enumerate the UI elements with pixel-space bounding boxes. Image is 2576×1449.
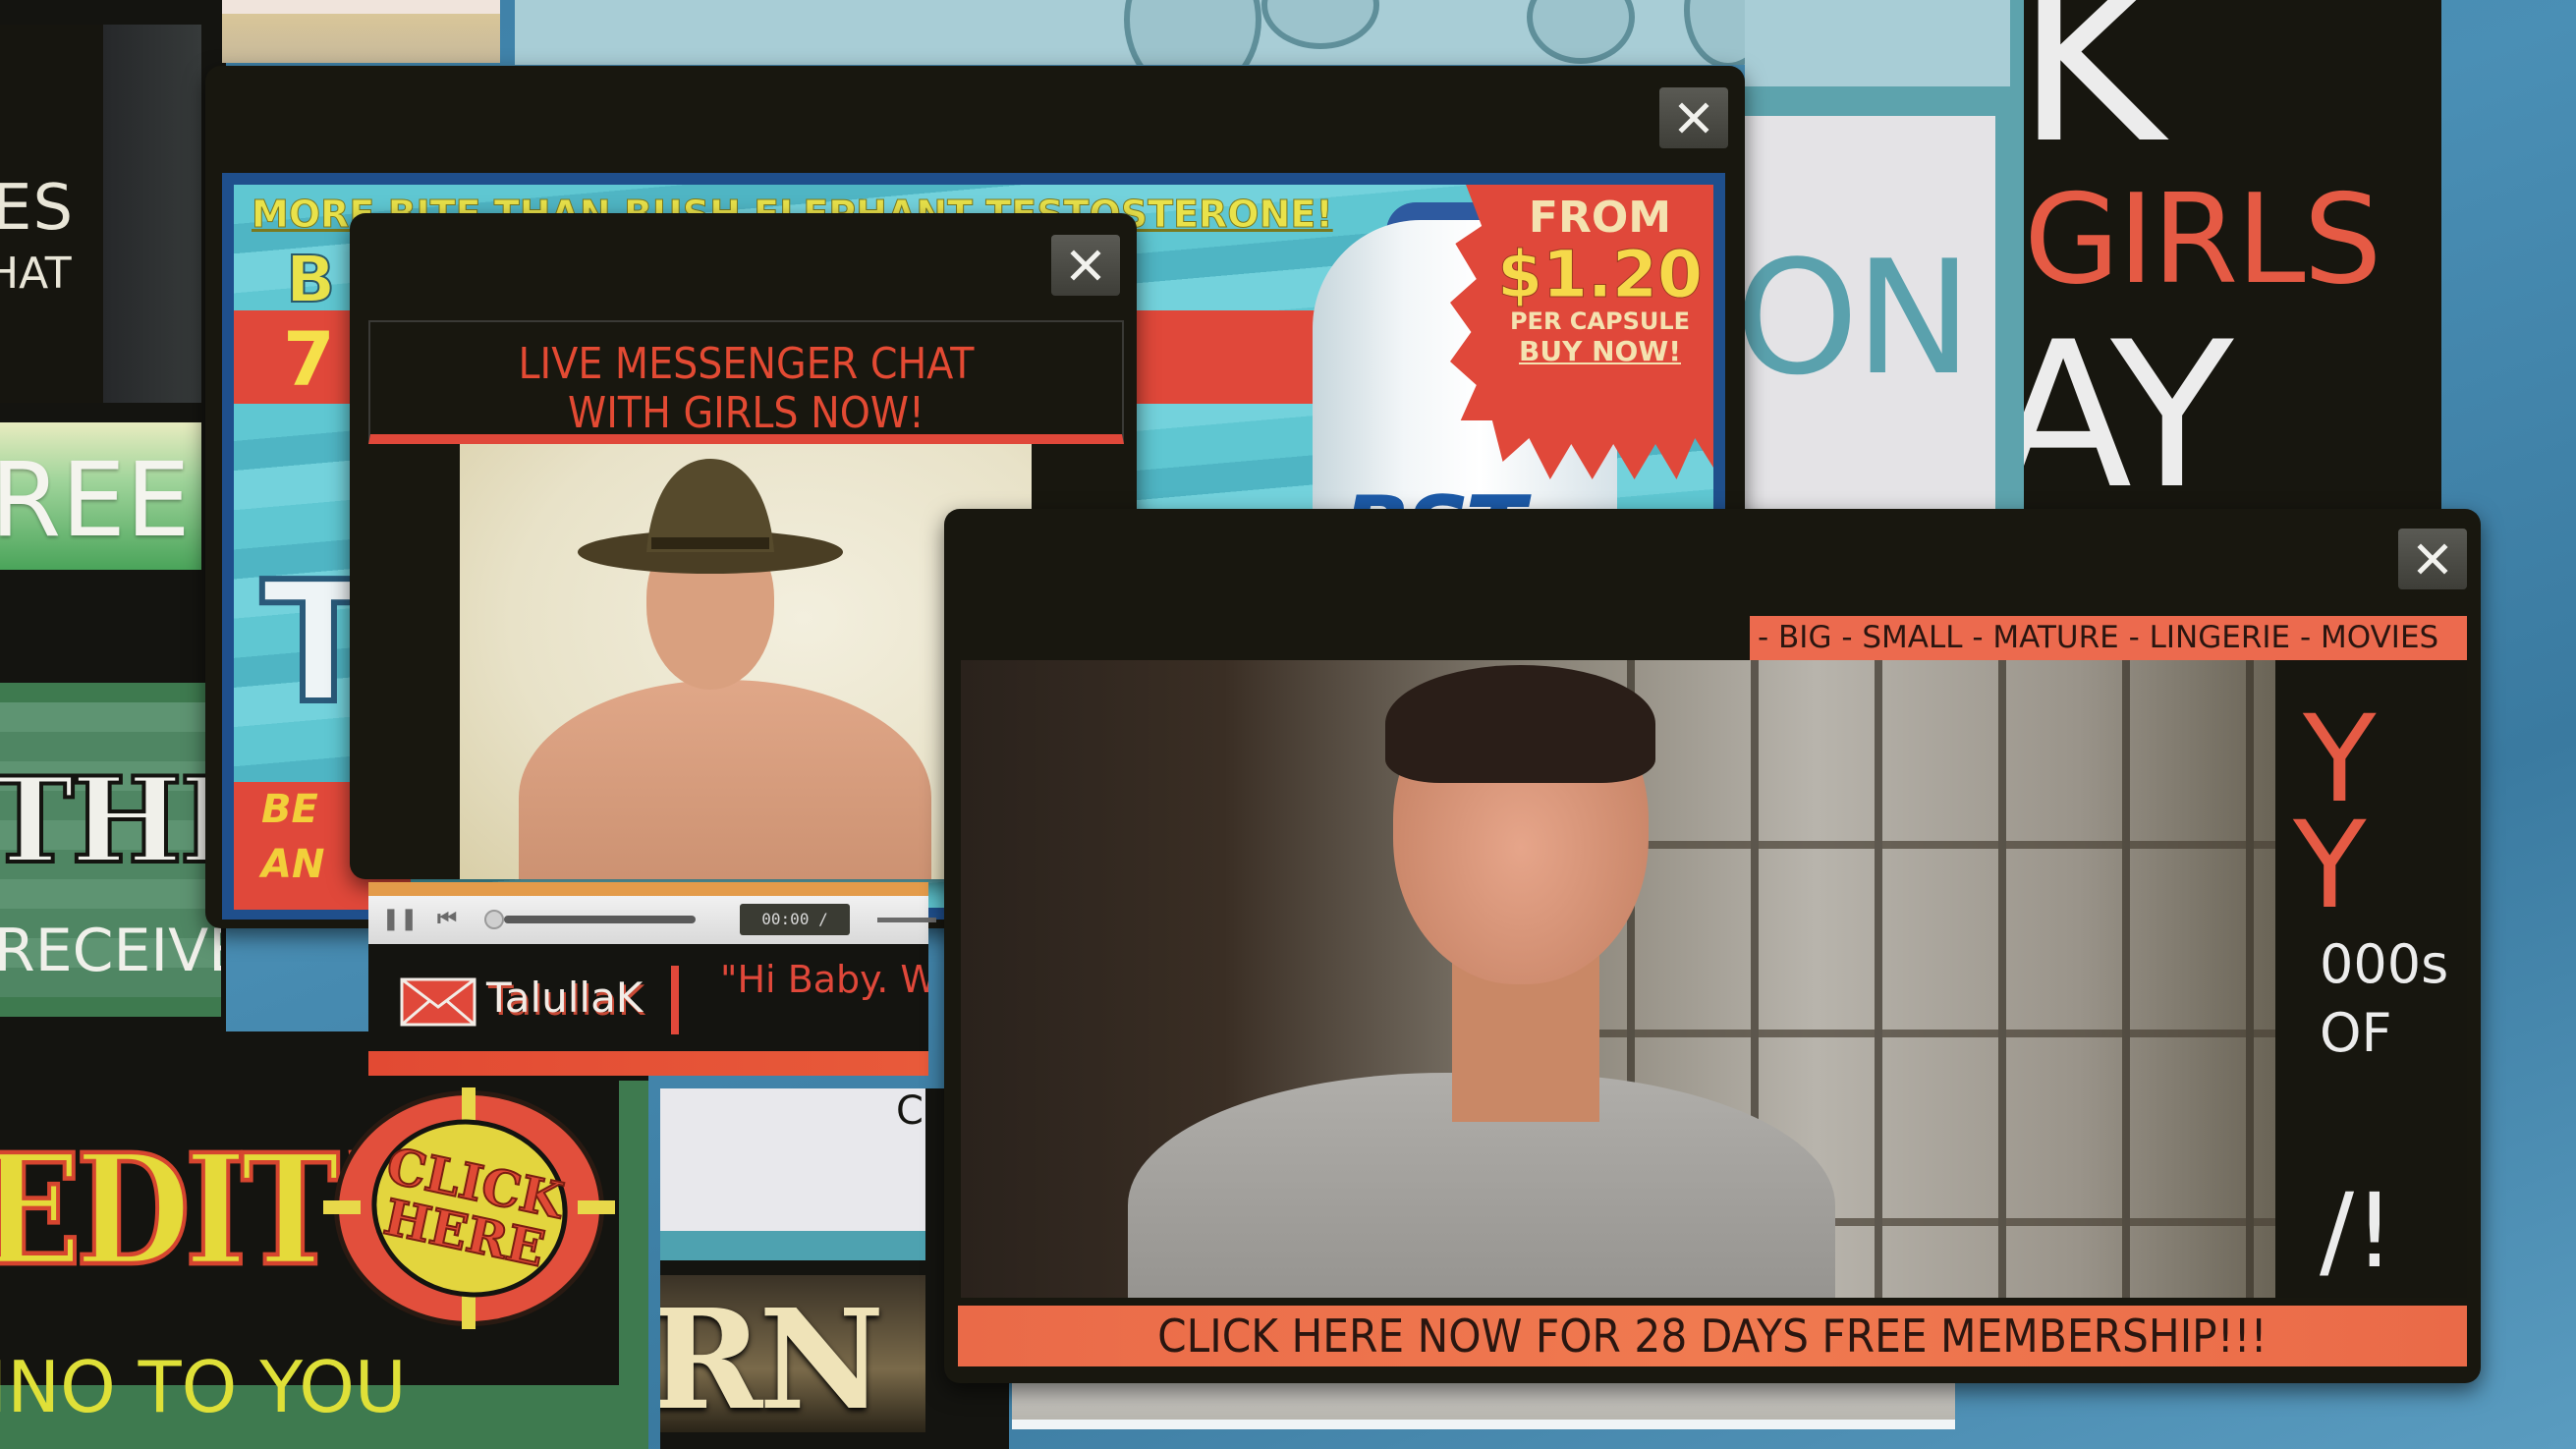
person-hair xyxy=(1385,665,1655,783)
ad-subline: RECEIVE. xyxy=(0,917,221,985)
video-frame[interactable] xyxy=(961,660,2275,1298)
ad-free-text: REE! xyxy=(0,440,201,560)
ad-background xyxy=(1745,0,2010,86)
casino-tagline: INO TO YOU xyxy=(0,1346,407,1428)
close-button[interactable] xyxy=(1659,87,1728,148)
promo-text: /! xyxy=(2320,1171,2395,1291)
category-nav-bar[interactable]: - BIG - SMALL - MATURE - LINGERIE - MOVI… xyxy=(1750,616,2467,660)
free-membership-cta-button[interactable]: CLICK HERE NOW FOR 28 DAYS FREE MEMBERSH… xyxy=(958,1306,2467,1366)
ad-text: HAT xyxy=(0,249,72,299)
promo-text: 000s xyxy=(2320,933,2449,995)
ad-text: GIRLS xyxy=(2024,167,2382,311)
ad-text: AY xyxy=(2024,300,2234,511)
buy-now-link[interactable]: BUY NOW! xyxy=(1489,335,1710,367)
category-links[interactable]: - BIG - SMALL - MATURE - LINGERIE - MOVI… xyxy=(1758,620,2438,655)
chip-notch xyxy=(323,1200,361,1214)
chat-accent-bar xyxy=(368,1051,928,1076)
ad-green[interactable]: THE RECEIVE. xyxy=(0,683,221,1017)
ad-text: K xyxy=(2024,0,2164,194)
ad-free[interactable]: REE! xyxy=(0,422,201,570)
ad-stripe xyxy=(103,25,201,403)
popup-video-membership: - BIG - SMALL - MATURE - LINGERIE - MOVI… xyxy=(944,509,2481,1383)
volume-slider[interactable] xyxy=(877,918,936,922)
ad-bottom-strip xyxy=(1012,1375,1955,1429)
messenger-header[interactable]: LIVE MESSENGER CHAT WITH GIRLS NOW! xyxy=(368,320,1124,444)
price-from: FROM xyxy=(1528,193,1672,243)
ad-girls[interactable]: K GIRLS AY xyxy=(2024,0,2441,511)
price-unit: PER CAPSULE xyxy=(1509,307,1691,335)
price-badge[interactable]: FROM $1.20 PER CAPSULE BUY NOW! xyxy=(1489,193,1710,367)
chip-core: CLICK HERE xyxy=(354,1101,585,1315)
envelope-icon xyxy=(400,977,476,1027)
promo-text: Y xyxy=(2293,796,2367,935)
chat-username: TalullaK xyxy=(486,974,644,1022)
messenger-title-line: LIVE MESSENGER CHAT xyxy=(518,339,975,389)
click-here-chip-button[interactable]: CLICK HERE xyxy=(323,1087,615,1329)
seek-bar[interactable] xyxy=(504,916,696,923)
ad-chat-left[interactable]: ES HAT xyxy=(0,25,201,403)
time-current: 00:00 xyxy=(761,910,810,928)
cta-label: CLICK HERE NOW FOR 28 DAYS FREE MEMBERSH… xyxy=(1157,1310,2268,1363)
side-promo-panel: Y Y 000s OF /! xyxy=(2275,660,2467,1298)
messenger-title: LIVE MESSENGER CHAT WITH GIRLS NOW! xyxy=(408,340,1085,438)
hat-graphic xyxy=(578,459,843,574)
close-icon xyxy=(2417,543,2448,575)
chat-message-row[interactable]: TalullaK "Hi Baby. W xyxy=(368,944,928,1051)
pause-icon: ❚❚ xyxy=(381,907,419,931)
chat-divider xyxy=(671,966,679,1034)
price-amount: $1.20 xyxy=(1497,237,1704,312)
ad-text: C xyxy=(896,1088,924,1134)
pill-graphic xyxy=(1261,0,1379,49)
messenger-title-line: WITH GIRLS NOW! xyxy=(568,388,924,438)
pause-button[interactable]: ❚❚ xyxy=(380,904,420,935)
ad-top-photo[interactable] xyxy=(222,0,500,63)
ad-text: ON xyxy=(1745,226,1973,410)
chat-message: "Hi Baby. W xyxy=(720,958,928,1001)
chip-notch xyxy=(578,1200,615,1214)
close-button[interactable] xyxy=(2398,529,2467,589)
skip-back-icon: ⏮ xyxy=(437,907,457,931)
video-player-controls: ❚❚ ⏮ 00:00 / 01:47 xyxy=(368,882,936,960)
ad-background xyxy=(660,1231,925,1260)
ad-text: ES xyxy=(0,172,75,245)
ad-teal[interactable]: ON xyxy=(1745,0,2024,511)
promo-text: OF xyxy=(2320,1002,2392,1064)
pill-graphic xyxy=(1124,0,1261,65)
close-icon xyxy=(1678,102,1709,134)
person-body xyxy=(519,680,931,879)
seek-handle[interactable] xyxy=(484,910,504,929)
ad-headline: THE xyxy=(0,750,221,892)
skip-back-button[interactable]: ⏮ xyxy=(427,904,467,935)
close-button[interactable] xyxy=(1051,235,1120,296)
pill-graphic xyxy=(1527,0,1635,64)
time-display: 00:00 / 01:47 xyxy=(740,904,850,960)
chip-notch xyxy=(462,1292,476,1329)
time-separator: / xyxy=(809,910,828,928)
ad-text: RN xyxy=(660,1280,884,1441)
ad-background xyxy=(660,1088,925,1231)
close-icon xyxy=(1070,250,1101,281)
